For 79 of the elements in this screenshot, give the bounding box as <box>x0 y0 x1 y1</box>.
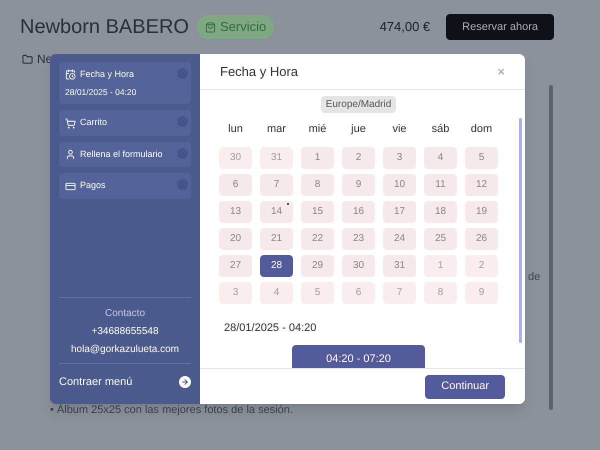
day-cell[interactable]: 11 <box>424 174 457 196</box>
day-cell[interactable]: 21 <box>260 228 293 250</box>
day-cell[interactable]: 10 <box>383 174 416 196</box>
price: 474,00 € <box>380 18 430 36</box>
day-cell[interactable]: 19 <box>465 200 498 222</box>
bag-icon <box>204 22 216 32</box>
day-cell[interactable]: 31 <box>260 146 293 168</box>
service-badge: Servicio <box>196 15 274 39</box>
day-cell[interactable]: 18 <box>424 200 457 222</box>
day-cell[interactable]: 24 <box>383 228 416 250</box>
day-cell[interactable]: 3 <box>219 282 252 304</box>
day-cell[interactable]: 13 <box>219 200 252 222</box>
day-cell[interactable]: 20 <box>219 228 252 250</box>
page-title: Newborn BABERO <box>20 15 189 40</box>
day-cell[interactable]: 2 <box>342 146 375 168</box>
day-cell[interactable]: 16 <box>342 200 375 222</box>
user-icon <box>65 149 76 160</box>
selected-datetime: 28/01/2025 - 04:20 <box>224 320 316 336</box>
folder-icon <box>22 54 33 64</box>
time-slot-button[interactable]: 04:20 - 07:20 <box>292 345 425 368</box>
day-cell[interactable]: 5 <box>465 146 498 168</box>
day-cell[interactable]: 30 <box>219 146 252 168</box>
timezone-badge: Europe/Madrid <box>320 96 396 113</box>
body-text: de <box>528 270 540 285</box>
day-cell[interactable]: 25 <box>424 228 457 250</box>
day-cell[interactable]: 31 <box>383 254 416 276</box>
weekday-label: sáb <box>430 122 450 137</box>
page-scrollbar[interactable] <box>549 85 553 410</box>
contact-phone[interactable]: +34688655548 <box>91 324 159 338</box>
collapse-menu-link[interactable]: Contraer menú <box>59 374 132 390</box>
weekday-label: dom <box>470 122 494 137</box>
weekday-label: lun <box>227 122 244 137</box>
day-cell[interactable]: 29 <box>301 254 334 276</box>
weekday-label: mar <box>266 122 287 137</box>
day-cell[interactable]: 14 <box>260 200 293 222</box>
day-cell[interactable]: 7 <box>260 174 293 196</box>
day-cell[interactable]: 15 <box>301 200 334 222</box>
day-cell[interactable]: 1 <box>301 146 334 168</box>
step-detail: 28/01/2025 - 04:20 <box>65 86 138 98</box>
day-cell[interactable]: 8 <box>424 282 457 304</box>
step-item[interactable]: Rellena el formulario <box>59 142 191 168</box>
book-button[interactable]: Reservar ahora <box>446 14 554 40</box>
day-cell[interactable]: 1 <box>424 254 457 276</box>
weekday-label: vie <box>391 122 408 137</box>
step-item[interactable]: Carrito <box>59 110 191 136</box>
day-cell[interactable]: 12 <box>465 174 498 196</box>
continue-button[interactable]: Continuar <box>425 374 505 398</box>
dialog-title: Fecha y Hora <box>220 62 298 81</box>
day-cell[interactable]: 6 <box>219 174 252 196</box>
close-button[interactable]: × <box>497 65 505 78</box>
day-cell[interactable]: 23 <box>342 228 375 250</box>
calendar-icon <box>65 69 76 80</box>
day-cell[interactable]: 9 <box>342 174 375 196</box>
day-cell[interactable]: 4 <box>260 282 293 304</box>
day-cell[interactable]: 22 <box>301 228 334 250</box>
body-text: • Álbum 25x25 con las mejores fotos de la sesión. <box>50 403 293 418</box>
day-cell[interactable]: 7 <box>383 282 416 304</box>
day-cell[interactable]: 30 <box>342 254 375 276</box>
day-cell[interactable]: 3 <box>383 146 416 168</box>
contact-heading: Contacto <box>104 306 146 320</box>
contact-email[interactable]: hola@gorkazulueta.com <box>71 342 179 356</box>
arrow-right-icon[interactable] <box>179 376 191 388</box>
day-cell[interactable]: 8 <box>301 174 334 196</box>
day-cell[interactable]: 5 <box>301 282 334 304</box>
step-item[interactable]: Fecha y Hora 28/01/2025 - 04:20 <box>59 62 191 104</box>
day-cell[interactable]: 4 <box>424 146 457 168</box>
scrollbar[interactable] <box>519 118 522 343</box>
day-cell[interactable]: 9 <box>465 282 498 304</box>
weekday-label: mié <box>308 122 328 137</box>
day-cell[interactable]: 6 <box>342 282 375 304</box>
day-cell[interactable]: 17 <box>383 200 416 222</box>
card-icon <box>65 180 76 192</box>
cart-icon <box>65 118 76 128</box>
day-cell[interactable]: 27 <box>219 254 252 276</box>
day-cell[interactable]: 26 <box>465 228 498 250</box>
weekday-label: jue <box>350 122 367 137</box>
step-item[interactable]: Pagos <box>59 173 191 199</box>
day-cell[interactable]: 2 <box>465 254 498 276</box>
day-cell[interactable]: 28 <box>260 254 293 276</box>
